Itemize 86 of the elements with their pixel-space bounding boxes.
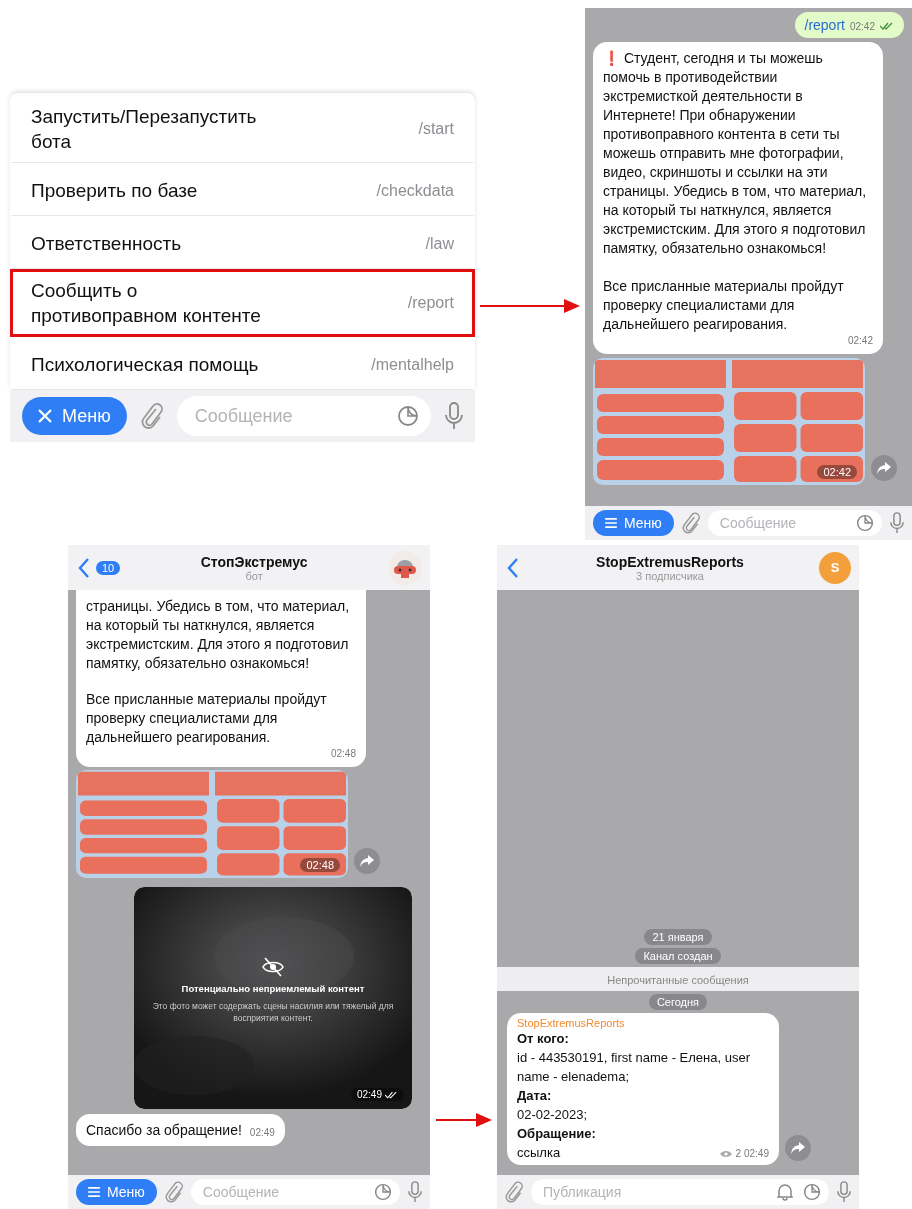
- menu-button[interactable]: Меню: [76, 1179, 157, 1205]
- message-field[interactable]: Сообщение: [176, 396, 431, 436]
- date-label: Канал создан: [635, 948, 721, 964]
- post-text: Дата:: [517, 1087, 552, 1105]
- sticker-icon[interactable]: [397, 405, 419, 427]
- command-name: /checkdata: [376, 181, 454, 200]
- share-button[interactable]: [871, 455, 897, 481]
- microphone-icon[interactable]: [890, 512, 904, 534]
- unread-label: Непрочитанные сообщения: [607, 974, 749, 986]
- attach-icon[interactable]: [140, 403, 163, 429]
- menu-item[interactable]: Запустить/Перезапустить бота /start: [10, 93, 475, 163]
- command-name: /mentalhelp: [371, 355, 454, 374]
- views-icon: [720, 1149, 733, 1158]
- chat-subtitle: 3 подписчика: [636, 569, 704, 582]
- bell-icon[interactable]: [777, 1183, 793, 1201]
- menu-item[interactable]: Сообщить о противоправном контенте /report: [10, 269, 475, 337]
- command-label: Сообщить о противоправном контенте: [31, 279, 262, 328]
- share-icon: [791, 1142, 805, 1154]
- hidden-eye-icon: [262, 957, 284, 977]
- chat-title: StopExtremusReports: [596, 553, 744, 570]
- post-text: Обращение:: [517, 1125, 596, 1143]
- chat-subtitle: бот: [245, 569, 263, 582]
- chat-title: СтопЭкстремус: [200, 553, 308, 570]
- microphone-icon[interactable]: [408, 1181, 422, 1203]
- attach-icon[interactable]: [164, 1181, 183, 1203]
- attach-icon[interactable]: [505, 1181, 523, 1203]
- message-text: страницы. Убедись в том, что материал, на который ты наткнулся, является экстремистским. Для этого я подготовил памятку, обязательно ознакомься!: [86, 597, 351, 673]
- share-button[interactable]: [785, 1135, 811, 1161]
- post-text: От кого:: [517, 1030, 569, 1048]
- message-field[interactable]: Сообщение: [707, 510, 882, 536]
- date-label: Сегодня: [648, 994, 708, 1010]
- back-button[interactable]: [505, 557, 521, 578]
- message-field[interactable]: Публикация: [531, 1179, 829, 1205]
- message-text: /report: [804, 17, 845, 33]
- message-input[interactable]: Сообщение: [717, 514, 846, 532]
- message-time: 02:49: [743, 1148, 769, 1159]
- message-time: 02:42: [849, 21, 875, 32]
- message-time: 02:49: [248, 1126, 275, 1140]
- post-text: ссылка: [517, 1144, 561, 1162]
- menu-icon: [88, 1187, 100, 1197]
- message-time: 02:49: [350, 1088, 404, 1101]
- message-text: Все присланные материалы пройдут проверку специалистами для дальнейшего реагирования.: [603, 277, 845, 334]
- command-name: /report: [407, 294, 454, 312]
- pointer-arrow: [435, 1112, 492, 1128]
- menu-button[interactable]: Меню: [593, 510, 674, 536]
- post-text: id - 443530191, first name - Елена, user name - elenadema;: [517, 1049, 751, 1086]
- command-name: /start: [418, 120, 454, 138]
- message-text: ❗ Студент, сегодня и ты можешь помочь в противодействии экстремисткой деятельности в Интернете! При обнаружении противоправного контента в сети ты можешь отправить мне фотографии, видео, скриншоты и ссылки на эти страницы. Убедись в том, что материал, на который ты наткнулся, является экстремистским. Для этого я подготовил памятку, обязательно ознакомься!: [603, 49, 868, 258]
- attach-icon[interactable]: [681, 512, 700, 534]
- close-icon: [38, 409, 52, 423]
- message-time: 02:42: [846, 334, 873, 348]
- share-icon: [877, 462, 891, 474]
- sticker-icon[interactable]: [374, 1183, 392, 1201]
- warning-text: Это фото может содержать сцены насилия или тяжелый для восприятия контент.: [151, 1000, 395, 1024]
- command-label: Проверить по базе: [31, 179, 199, 203]
- message-input[interactable]: Сообщение: [200, 1183, 364, 1201]
- menu-button[interactable]: Меню: [22, 397, 127, 435]
- message-text: Спасибо за обращение!: [86, 1121, 242, 1140]
- sticker-icon[interactable]: [803, 1183, 821, 1201]
- post-author: StopExtremusReports: [517, 1017, 626, 1029]
- message-time: 02:48: [329, 747, 356, 761]
- message-input[interactable]: Сообщение: [192, 404, 387, 428]
- date-label: 21 января: [644, 929, 712, 945]
- warning-title: Потенциально неприемлемый контент: [181, 983, 365, 994]
- share-button[interactable]: [354, 848, 380, 874]
- microphone-icon[interactable]: [837, 1181, 851, 1203]
- view-count: 2: [735, 1148, 741, 1159]
- message-input[interactable]: Публикация: [541, 1183, 767, 1201]
- share-icon: [360, 855, 374, 867]
- message-field[interactable]: Сообщение: [190, 1179, 400, 1205]
- post-text: 02-02-2023;: [517, 1106, 588, 1124]
- robot-avatar[interactable]: [388, 550, 422, 585]
- command-label: Запустить/Перезапустить бота: [31, 105, 258, 154]
- menu-icon: [605, 518, 617, 528]
- command-name: /law: [425, 234, 454, 253]
- message-time: 02:48: [300, 858, 340, 872]
- message-text: Все присланные материалы пройдут проверку специалистами для дальнейшего реагирования.: [86, 690, 328, 747]
- microphone-icon[interactable]: [445, 402, 463, 430]
- message-time: 02:42: [817, 465, 857, 479]
- command-label: Ответственность: [31, 232, 183, 256]
- sticker-icon[interactable]: [856, 514, 874, 532]
- unread-badge: 10: [96, 560, 121, 575]
- command-label: Психологическая помощь: [31, 353, 260, 377]
- menu-item[interactable]: Проверить по базе /checkdata: [10, 163, 475, 216]
- back-button[interactable]: [76, 557, 92, 578]
- menu-item[interactable]: Ответственность /law: [10, 216, 475, 269]
